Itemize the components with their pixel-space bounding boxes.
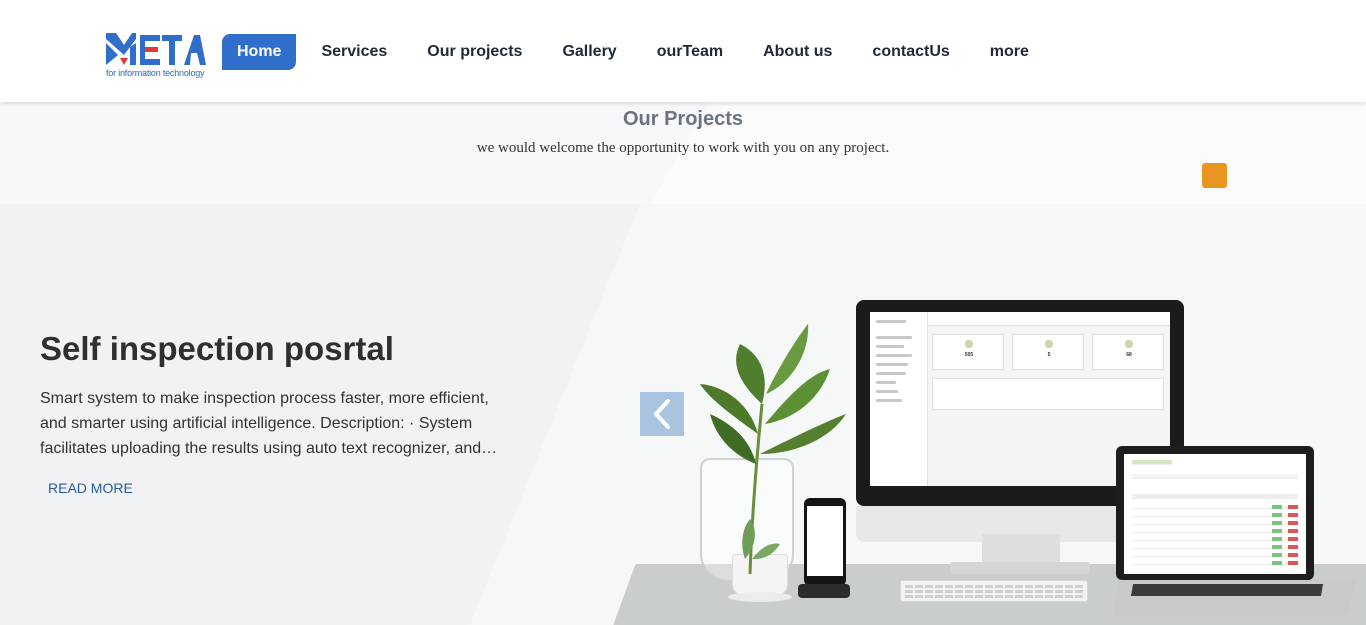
nav-home[interactable]: Home <box>222 34 297 70</box>
meta-logo[interactable]: for information technology <box>106 33 206 79</box>
stat-card: 5 <box>1012 334 1084 370</box>
stat-value: 5 <box>1047 352 1051 358</box>
slider-prev-button[interactable] <box>640 392 684 436</box>
nav-gallery[interactable]: Gallery <box>542 34 636 70</box>
nav-our-projects[interactable]: Our projects <box>407 34 542 70</box>
plant-leaves-image <box>700 324 846 575</box>
monitor-foot <box>950 562 1090 574</box>
stat-value: 505 <box>964 352 974 358</box>
laptop-image <box>1116 446 1314 580</box>
nav-our-team[interactable]: ourTeam <box>637 34 743 70</box>
nav-services[interactable]: Services <box>301 34 407 70</box>
dashboard-panel <box>932 378 1164 410</box>
nav-more[interactable]: more <box>970 34 1049 70</box>
keyboard-image <box>900 580 1088 602</box>
nav-about-us[interactable]: About us <box>743 34 852 70</box>
stat-value: 68 <box>1126 352 1132 358</box>
phone-stand <box>798 584 850 598</box>
stat-card: 505 <box>932 334 1004 370</box>
pot-saucer <box>728 592 792 602</box>
nav-contact-us[interactable]: contactUs <box>852 34 969 70</box>
project-slider: Self inspection posrtal Smart system to … <box>0 204 1366 625</box>
stat-card: 68 <box>1092 334 1164 370</box>
read-more-link[interactable]: READ MORE <box>48 480 133 496</box>
chevron-left-icon <box>654 399 670 429</box>
slide-description: Smart system to make inspection process … <box>40 390 498 457</box>
reports-screenshot <box>1124 454 1306 574</box>
laptop-keyboard <box>1130 584 1324 596</box>
dashboard-topbar <box>928 312 1170 326</box>
slide-title: Self inspection posrtal <box>40 330 394 367</box>
dashboard-sidebar <box>870 312 928 486</box>
section-title: Our Projects <box>622 108 744 130</box>
section-subtitle: we would welcome the opportunity to work… <box>476 140 890 156</box>
logo-tagline: for information technology <box>106 68 205 78</box>
meta-logo-mark <box>106 33 206 65</box>
main-nav: Home Services Our projects Gallery ourTe… <box>222 34 1049 70</box>
projects-header-section: Our Projects we would welcome the opport… <box>0 102 1366 204</box>
site-header: for information technology Home Services… <box>0 0 1366 102</box>
decorative-square <box>1202 163 1227 188</box>
